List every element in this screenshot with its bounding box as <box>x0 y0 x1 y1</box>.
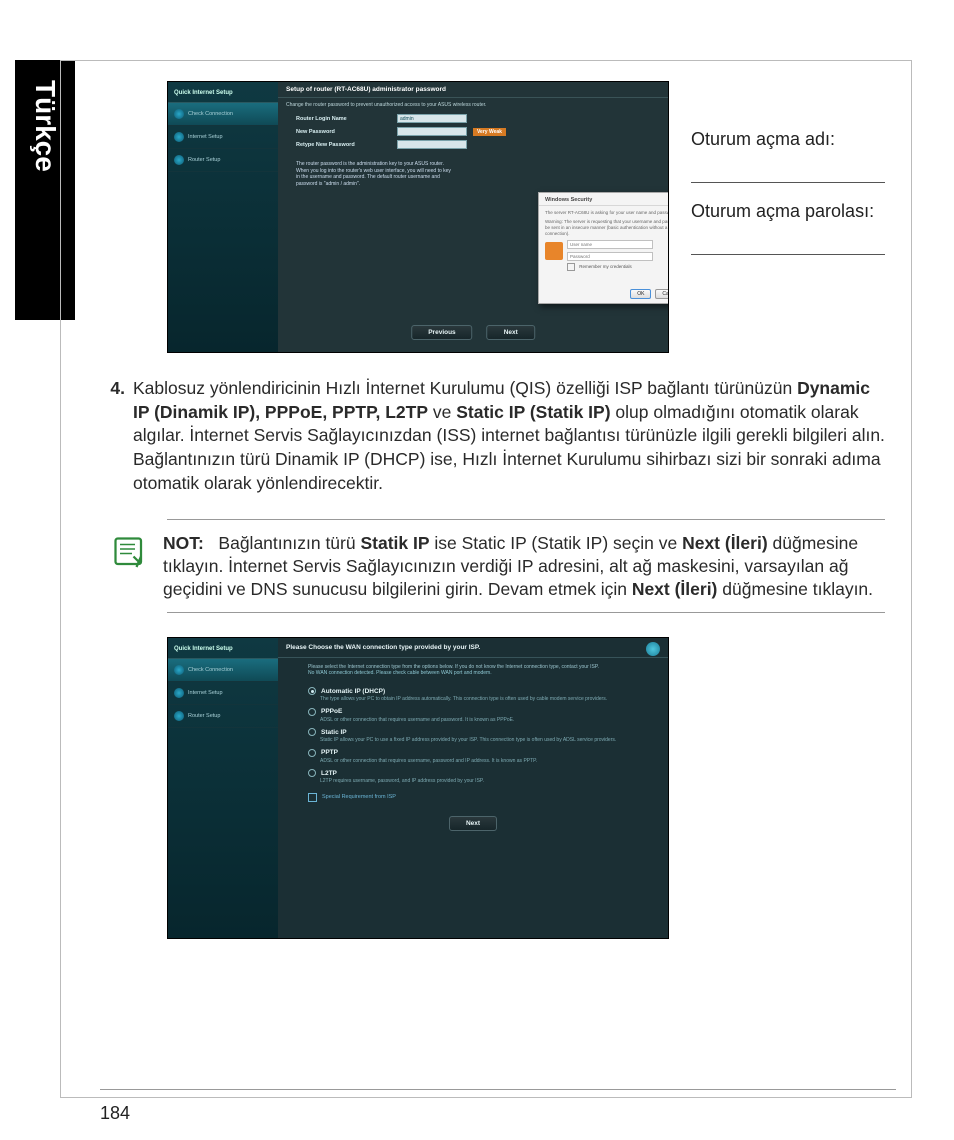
login-fill-in-area: Oturum açma adı: Oturum açma parolası: <box>691 81 885 273</box>
sidebar-item-label: Router Setup <box>188 157 220 163</box>
sidebar-item-internet-setup[interactable]: Internet Setup <box>168 682 278 705</box>
sidebar-item-internet-setup[interactable]: Internet Setup <box>168 126 278 149</box>
radio-icon[interactable] <box>308 687 316 695</box>
help-icon[interactable] <box>646 642 660 656</box>
step-4: 4. Kablosuz yönlendiricinin Hızlı İntern… <box>91 377 885 495</box>
page-content: Quick Internet Setup Check Connection In… <box>60 60 912 1098</box>
step-icon <box>174 711 184 721</box>
option-l2tp-desc: L2TP requires username, password, and IP… <box>320 778 656 785</box>
sidebar-heading: Quick Internet Setup <box>168 82 278 103</box>
new-password-input[interactable] <box>397 127 467 136</box>
option-dhcp[interactable]: Automatic IP (DHCP) <box>308 687 656 695</box>
windows-security-dialog: Windows Security × The server RT-AC68U i… <box>538 192 669 304</box>
retype-password-label: Retype New Password <box>296 142 391 148</box>
qis-sidebar: Quick Internet Setup Check Connection In… <box>168 82 278 352</box>
intro-line-2: No WAN connection detected. Please check… <box>308 670 656 676</box>
option-pppoe-desc: ADSL or other connection that requires u… <box>320 717 656 724</box>
footer-divider <box>100 1089 896 1090</box>
password-tip: The router password is the administratio… <box>296 161 456 187</box>
sidebar-item-label: Internet Setup <box>188 690 223 696</box>
step-text: Kablosuz yönlendiricinin Hızlı İnternet … <box>133 377 885 495</box>
option-l2tp[interactable]: L2TP <box>308 769 656 777</box>
sidebar-item-check-connection[interactable]: Check Connection <box>168 103 278 126</box>
option-static-ip-desc: Static IP allows your PC to use a fixed … <box>320 737 656 744</box>
dialog-password-input[interactable] <box>567 252 653 261</box>
dialog-cancel-button[interactable]: Cancel <box>655 289 669 299</box>
radio-icon[interactable] <box>308 708 316 716</box>
special-requirement-checkbox[interactable] <box>308 793 317 802</box>
sidebar-item-router-setup[interactable]: Router Setup <box>168 149 278 172</box>
sidebar-item-check-connection[interactable]: Check Connection <box>168 659 278 682</box>
admin-password-panel: Setup of router (RT-AC68U) administrator… <box>278 82 668 352</box>
qis-sidebar-2: Quick Internet Setup Check Connection In… <box>168 638 278 938</box>
step-icon <box>174 665 184 675</box>
option-pppoe[interactable]: PPPoE <box>308 708 656 716</box>
sidebar-item-label: Check Connection <box>188 667 233 673</box>
step-icon <box>174 155 184 165</box>
dialog-subtitle: The server RT-AC68U is asking for your u… <box>545 210 669 216</box>
page-number: 184 <box>100 1103 130 1124</box>
login-name-prompt: Oturum açma adı: <box>691 129 885 150</box>
password-strength-badge: Very Weak <box>473 128 506 136</box>
step-number: 4. <box>91 377 133 495</box>
radio-icon[interactable] <box>308 749 316 757</box>
panel-title: Setup of router (RT-AC68U) administrator… <box>278 82 668 98</box>
dialog-ok-button[interactable]: OK <box>630 289 651 299</box>
dialog-username-input[interactable] <box>567 240 653 249</box>
wan-type-panel: Please Choose the WAN connection type pr… <box>278 638 668 938</box>
router-admin-password-screenshot: Quick Internet Setup Check Connection In… <box>167 81 669 353</box>
step-icon <box>174 109 184 119</box>
radio-icon[interactable] <box>308 728 316 736</box>
login-password-prompt: Oturum açma parolası: <box>691 201 885 222</box>
step-icon <box>174 132 184 142</box>
wan-connection-type-screenshot: Quick Internet Setup Check Connection In… <box>167 637 669 939</box>
dialog-title: Windows Security × <box>539 193 669 206</box>
sidebar-item-label: Internet Setup <box>188 134 223 140</box>
option-dhcp-desc: The type allows your PC to obtain IP add… <box>320 696 656 703</box>
sidebar-item-label: Router Setup <box>188 713 220 719</box>
special-requirement-label: Special Requirement from ISP <box>322 794 396 800</box>
login-name-blank <box>691 154 885 183</box>
dialog-warning: Warning: The server is requesting that y… <box>545 219 669 237</box>
next-button[interactable]: Next <box>487 325 535 340</box>
note-block: NOT: Bağlantınızın türü Statik IP ise St… <box>167 519 885 613</box>
remember-label: Remember my credentials <box>579 265 632 270</box>
remember-checkbox[interactable] <box>567 263 575 271</box>
sidebar-item-label: Check Connection <box>188 111 233 117</box>
note-icon <box>111 534 147 570</box>
radio-icon[interactable] <box>308 769 316 777</box>
option-static-ip[interactable]: Static IP <box>308 728 656 736</box>
note-text: NOT: Bağlantınızın türü Statik IP ise St… <box>163 532 885 600</box>
login-password-blank <box>691 226 885 255</box>
step-icon <box>174 688 184 698</box>
new-password-label: New Password <box>296 129 391 135</box>
previous-button[interactable]: Previous <box>411 325 472 340</box>
option-pptp[interactable]: PPTP <box>308 749 656 757</box>
language-label: Türkçe <box>29 80 61 172</box>
option-pptp-desc: ADSL or other connection that requires u… <box>320 758 656 765</box>
next-button[interactable]: Next <box>449 816 497 831</box>
login-name-input[interactable] <box>397 114 467 123</box>
sidebar-heading: Quick Internet Setup <box>168 638 278 659</box>
retype-password-input[interactable] <box>397 140 467 149</box>
panel-title: Please Choose the WAN connection type pr… <box>286 644 480 651</box>
sidebar-item-router-setup[interactable]: Router Setup <box>168 705 278 728</box>
login-name-label: Router Login Name <box>296 116 391 122</box>
credential-icon <box>545 242 563 260</box>
panel-description: Change the router password to prevent un… <box>278 98 668 112</box>
